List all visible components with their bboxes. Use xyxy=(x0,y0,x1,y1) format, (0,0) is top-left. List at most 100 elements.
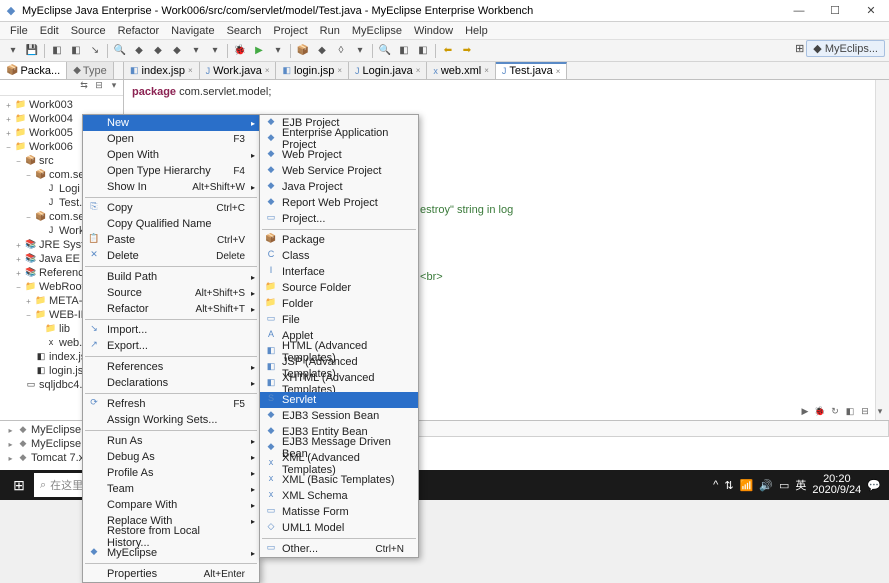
menu-item[interactable]: Open Type HierarchyF4 xyxy=(83,163,259,179)
menu-item[interactable]: Restore from Local History... xyxy=(83,529,259,545)
servers-tool-icon[interactable]: ◧ xyxy=(843,406,857,420)
tool-icon[interactable]: ◧ xyxy=(414,42,432,60)
tool-icon[interactable]: ◧ xyxy=(48,42,66,60)
menu-item[interactable]: ▭Matisse Form xyxy=(260,504,418,520)
tree-node[interactable]: +📁Work003 xyxy=(0,98,123,112)
menu-item[interactable]: ◆EJB3 Session Bean xyxy=(260,408,418,424)
tray-sound-icon[interactable]: 🔊 xyxy=(759,479,773,492)
servers-tool-icon[interactable]: ⊟ xyxy=(858,406,872,420)
menu-run[interactable]: Run xyxy=(314,25,346,37)
search-button[interactable]: 🔍 xyxy=(376,42,394,60)
menu-refactor[interactable]: Refactor xyxy=(112,25,166,37)
menu-item[interactable]: xXML Schema xyxy=(260,488,418,504)
menu-item[interactable]: ◆Report Web Project xyxy=(260,195,418,211)
menu-item[interactable]: Show InAlt+Shift+W▸ xyxy=(83,179,259,195)
menu-item[interactable]: ▭File xyxy=(260,312,418,328)
menu-edit[interactable]: Edit xyxy=(34,25,65,37)
menu-item[interactable]: Profile As▸ xyxy=(83,465,259,481)
editor-scrollbar[interactable] xyxy=(875,80,889,420)
menu-item[interactable]: ◆Web Project xyxy=(260,147,418,163)
servers-tool-icon[interactable]: ▶ xyxy=(798,406,812,420)
maximize-button[interactable]: ☐ xyxy=(821,3,849,19)
tab-package-explorer[interactable]: 📦 Packa... xyxy=(0,62,67,79)
menu-item[interactable]: ◆Web Service Project xyxy=(260,163,418,179)
servers-tool-icon[interactable]: ▾ xyxy=(873,406,887,420)
menu-item[interactable]: ✕DeleteDelete xyxy=(83,248,259,264)
menu-navigate[interactable]: Navigate xyxy=(165,25,220,37)
menu-item[interactable]: ↗Export... xyxy=(83,338,259,354)
editor-tab[interactable]: JTest.java× xyxy=(496,62,568,79)
menu-item[interactable]: OpenF3 xyxy=(83,131,259,147)
menu-item[interactable]: Declarations▸ xyxy=(83,375,259,391)
tool-icon[interactable]: ▾ xyxy=(187,42,205,60)
menu-help[interactable]: Help xyxy=(459,25,494,37)
menu-item[interactable]: Debug As▸ xyxy=(83,449,259,465)
menu-project[interactable]: Project xyxy=(267,25,313,37)
link-editor-icon[interactable]: ⊟ xyxy=(92,80,106,95)
nav-back-button[interactable]: ⬅ xyxy=(439,42,457,60)
minimize-button[interactable]: — xyxy=(785,3,813,19)
menu-item[interactable]: Build Path▸ xyxy=(83,269,259,285)
ime-indicator[interactable]: 英 xyxy=(795,477,806,493)
start-button[interactable]: ⊞ xyxy=(4,470,34,500)
tray-up-icon[interactable]: ^ xyxy=(713,479,718,491)
tool-icon[interactable]: 📦 xyxy=(294,42,312,60)
tool-icon[interactable]: ◧ xyxy=(67,42,85,60)
menu-item[interactable]: ▭Project... xyxy=(260,211,418,227)
menu-item[interactable]: References▸ xyxy=(83,359,259,375)
menu-item[interactable]: IInterface xyxy=(260,264,418,280)
menu-item[interactable]: xXML (Basic Templates) xyxy=(260,472,418,488)
menu-item[interactable]: ◇UML1 Model xyxy=(260,520,418,536)
menu-item[interactable]: 📁Folder xyxy=(260,296,418,312)
menu-item[interactable]: Team▸ xyxy=(83,481,259,497)
menu-item[interactable]: ⎘CopyCtrl+C xyxy=(83,200,259,216)
editor-tab[interactable]: ◧index.jsp× xyxy=(124,62,200,79)
editor-tab[interactable]: JWork.java× xyxy=(200,62,277,79)
menu-item[interactable]: SourceAlt+Shift+S▸ xyxy=(83,285,259,301)
tool-icon[interactable]: ◊ xyxy=(332,42,350,60)
menu-item[interactable]: 📦Package xyxy=(260,232,418,248)
menu-search[interactable]: Search xyxy=(221,25,268,37)
menu-item[interactable]: Copy Qualified Name xyxy=(83,216,259,232)
collapse-all-icon[interactable]: ⇆ xyxy=(77,80,91,95)
save-button[interactable]: 💾 xyxy=(23,42,41,60)
tool-icon[interactable]: 🔍 xyxy=(111,42,129,60)
servers-tool-icon[interactable]: ↻ xyxy=(828,406,842,420)
menu-item[interactable]: PropertiesAlt+Enter xyxy=(83,566,259,582)
menu-item[interactable]: 📋PasteCtrl+V xyxy=(83,232,259,248)
menu-item[interactable]: ◧XHTML (Advanced Templates) xyxy=(260,376,418,392)
tab-type-hierarchy[interactable]: ◆ Type xyxy=(67,62,114,79)
menu-item[interactable]: New▸ xyxy=(83,115,259,131)
menu-file[interactable]: File xyxy=(4,25,34,37)
menu-item[interactable]: Compare With▸ xyxy=(83,497,259,513)
menu-myeclipse[interactable]: MyEclipse xyxy=(346,25,408,37)
menu-item[interactable]: Open With▸ xyxy=(83,147,259,163)
menu-item[interactable]: 📁Source Folder xyxy=(260,280,418,296)
menu-source[interactable]: Source xyxy=(65,25,112,37)
menu-item[interactable]: ◆MyEclipse▸ xyxy=(83,545,259,561)
perspective-myeclipse[interactable]: ◆ MyEclips... xyxy=(806,40,885,57)
menu-item[interactable]: Run As▸ xyxy=(83,433,259,449)
menu-item[interactable]: ⟳RefreshF5 xyxy=(83,396,259,412)
close-button[interactable]: ✕ xyxy=(857,3,885,19)
servers-tool-icon[interactable]: 🐞 xyxy=(813,406,827,420)
menu-window[interactable]: Window xyxy=(408,25,459,37)
notifications-icon[interactable]: 💬 xyxy=(867,479,881,492)
menu-item[interactable]: ▭Other...Ctrl+N xyxy=(260,541,418,557)
menu-item[interactable]: ◆Enterprise Application Project xyxy=(260,131,418,147)
tool-icon[interactable]: ▾ xyxy=(206,42,224,60)
menu-item[interactable]: SServlet xyxy=(260,392,418,408)
tool-icon[interactable]: ↘ xyxy=(86,42,104,60)
menu-item[interactable]: ◆Java Project xyxy=(260,179,418,195)
menu-item[interactable]: Assign Working Sets... xyxy=(83,412,259,428)
menu-item[interactable]: xXML (Advanced Templates) xyxy=(260,456,418,472)
tray-network-icon[interactable]: ⇅ xyxy=(724,479,733,492)
tray-wifi-icon[interactable]: 📶 xyxy=(740,479,754,492)
editor-tab[interactable]: ◧login.jsp× xyxy=(276,62,349,79)
tool-icon[interactable]: ◧ xyxy=(395,42,413,60)
clock[interactable]: 20:20 2020/9/24 xyxy=(812,474,861,496)
editor-tab[interactable]: xweb.xml× xyxy=(427,62,496,79)
view-menu-icon[interactable]: ▾ xyxy=(107,80,121,95)
new-button[interactable]: ▾ xyxy=(4,42,22,60)
tray-battery-icon[interactable]: ▭ xyxy=(779,479,789,492)
